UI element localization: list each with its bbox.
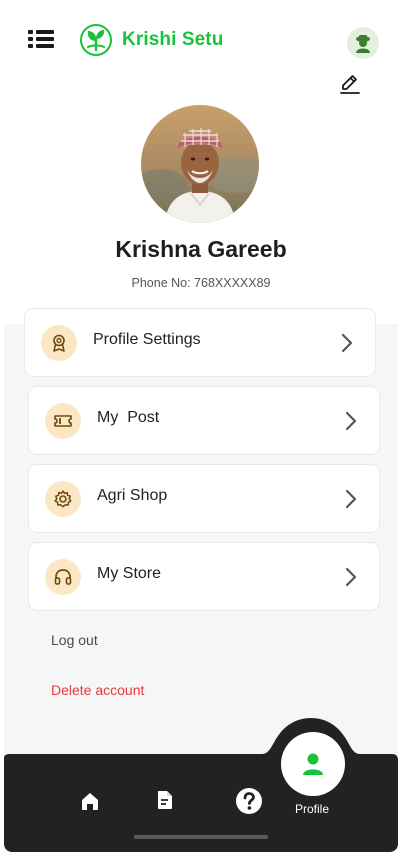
home-icon[interactable] [79,790,101,812]
award-badge-icon [41,325,77,361]
chevron-right-icon [341,333,353,353]
menu-item-profile-settings[interactable]: Profile Settings [24,308,376,377]
profile-tab-button[interactable] [281,732,345,796]
app-title: Krishi Setu [122,29,224,50]
menu-item-label: Profile Settings [93,331,201,348]
logout-link[interactable]: Log out [51,632,98,648]
top-bar: Krishi Setu [4,4,398,62]
sprout-logo-icon [80,24,112,56]
document-icon[interactable] [155,789,175,811]
chevron-right-icon [345,567,357,587]
home-indicator[interactable] [134,835,268,839]
menu-item-label: Agri Shop [97,487,168,504]
ticket-icon [45,403,81,439]
farmer-avatar-icon[interactable] [347,27,379,59]
menu-icon[interactable] [28,28,54,50]
menu-item-label: My Post [97,409,160,426]
menu-item-my-post[interactable]: My Post [28,386,380,455]
help-icon[interactable] [235,787,263,815]
profile-phone: Phone No: 768XXXXX89 [131,276,271,290]
gear-icon [45,481,81,517]
delete-account-link[interactable]: Delete account [51,682,144,698]
menu-item-agri-shop[interactable]: Agri Shop [28,464,380,533]
menu-item-label: My Store [97,565,162,582]
profile-tab-label: Profile [294,802,329,816]
chevron-right-icon [345,489,357,509]
headphones-icon [45,559,81,595]
bottom-nav [4,718,398,852]
app-logo: Krishi Setu [79,23,223,57]
profile-photo [141,105,259,223]
chevron-right-icon [345,411,357,431]
profile-name: Krishna Gareeb [115,236,287,262]
app-screen: Krishi Setu Krishna Gareeb Phone No: 768… [4,4,398,852]
menu-item-my-store[interactable]: My Store [28,542,380,611]
pencil-edit-icon[interactable] [338,72,362,96]
user-icon [303,753,323,775]
